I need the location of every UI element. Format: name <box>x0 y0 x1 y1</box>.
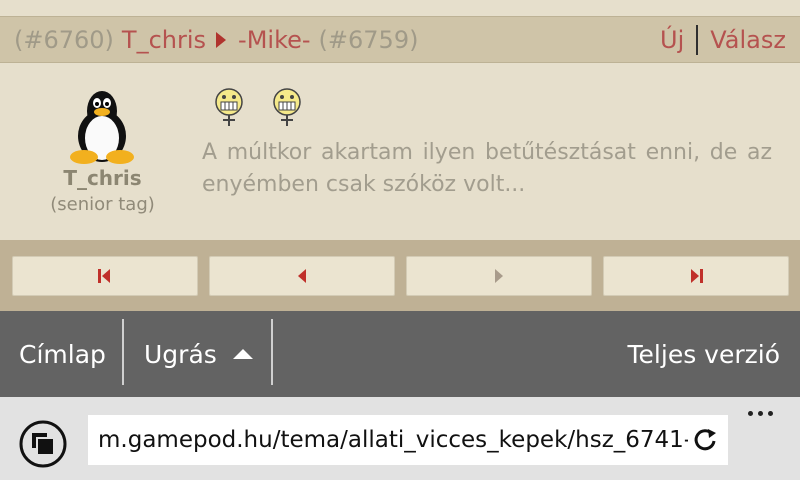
first-page-icon <box>98 269 110 283</box>
jump-label: Ugrás <box>144 339 217 369</box>
bottom-navbar: Címlap Ugrás Teljes verzió <box>0 311 800 397</box>
grin-smiley-icon <box>273 88 301 126</box>
url-text: m.gamepod.hu/tema/allati_vicces_kepek/hs… <box>98 427 688 453</box>
home-label: Címlap <box>19 339 106 369</box>
penguin-avatar-icon <box>70 91 134 164</box>
reply-arrow-icon <box>216 31 227 48</box>
nav-divider <box>271 319 273 385</box>
grin-smiley-icon <box>215 88 243 126</box>
first-page-button[interactable] <box>12 256 198 296</box>
new-post-link[interactable]: Új <box>660 26 684 54</box>
post-header-bar: (#6760) T_chris -Mike- (#6759) Új Válasz <box>0 16 800 63</box>
author-link[interactable]: T_chris <box>122 26 206 54</box>
next-page-icon <box>495 269 503 283</box>
post-actions: Új Válasz <box>660 24 800 55</box>
last-page-button[interactable] <box>603 256 789 296</box>
avatar[interactable] <box>62 81 142 165</box>
username[interactable]: T_chris <box>0 166 205 190</box>
tabs-icon[interactable] <box>18 419 68 469</box>
more-options-icon[interactable] <box>748 411 780 431</box>
post-id[interactable]: (#6760) <box>14 26 114 54</box>
reply-link[interactable]: Válasz <box>710 26 786 54</box>
browser-address-bar: m.gamepod.hu/tema/allati_vicces_kepek/hs… <box>0 397 800 480</box>
previous-page-button[interactable] <box>209 256 395 296</box>
reply-to-link[interactable]: -Mike- <box>238 26 311 54</box>
top-spacer <box>0 0 800 16</box>
caret-up-icon <box>232 349 253 359</box>
user-rank: (senior tag) <box>50 194 155 215</box>
reply-id[interactable]: (#6759) <box>319 26 419 54</box>
full-version-link[interactable]: Teljes verzió <box>628 311 780 397</box>
url-field[interactable]: m.gamepod.hu/tema/allati_vicces_kepek/hs… <box>88 415 728 465</box>
post-reference: (#6760) T_chris -Mike- (#6759) <box>0 26 418 54</box>
post-message: A múltkor akartam ilyen betűtésztásat en… <box>202 140 772 197</box>
refresh-icon[interactable] <box>692 427 718 453</box>
nav-divider <box>122 319 124 385</box>
full-version-label: Teljes verzió <box>627 339 780 369</box>
smiley-row <box>213 88 303 128</box>
last-page-icon <box>691 269 703 283</box>
home-link[interactable]: Címlap <box>19 311 106 397</box>
previous-page-icon <box>298 269 306 283</box>
action-separator <box>696 24 699 55</box>
next-page-button[interactable] <box>406 256 592 296</box>
jump-menu-button[interactable]: Ugrás <box>144 311 253 397</box>
